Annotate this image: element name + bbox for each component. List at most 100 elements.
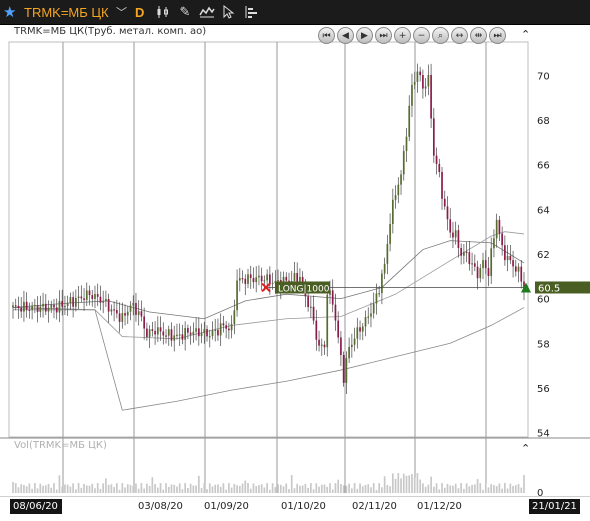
candle-body	[225, 325, 227, 329]
volume-bar	[386, 484, 389, 493]
first-button[interactable]: ⏮	[318, 27, 335, 44]
candle-body	[493, 238, 495, 249]
volume-bar	[110, 484, 113, 493]
volume-bar	[495, 486, 498, 493]
zoom-in-button[interactable]: +	[394, 27, 411, 44]
candle-body	[465, 251, 468, 254]
date-label: 02/11/20	[352, 501, 397, 512]
candle-body	[506, 255, 509, 261]
candlestick-icon[interactable]	[154, 3, 172, 21]
candle-body	[348, 346, 350, 359]
cursor-icon[interactable]	[220, 3, 238, 21]
symbol-selector[interactable]: TRMK=МБ ЦК	[24, 3, 109, 21]
volume-bar	[413, 477, 416, 493]
volume-bar	[91, 483, 94, 493]
star-icon[interactable]: ★	[3, 3, 16, 21]
y-tick-label: 60	[537, 295, 550, 306]
candle-body	[156, 327, 159, 335]
volume-bar	[121, 483, 124, 493]
volume-bar	[361, 486, 364, 493]
volume-bar	[514, 485, 517, 493]
moving-average-lines	[12, 231, 525, 411]
play-button[interactable]: ▶	[356, 27, 373, 44]
volume-bar	[277, 484, 279, 493]
candle-body	[77, 296, 80, 299]
candle-body	[449, 219, 452, 233]
volume-bar	[44, 485, 47, 493]
volume-bar	[66, 484, 69, 493]
volume-bar	[211, 486, 214, 493]
candle-body	[203, 329, 206, 334]
volume-bar	[72, 483, 74, 493]
volume-bar	[252, 483, 255, 493]
candle-body	[222, 323, 225, 326]
candle-body	[17, 305, 20, 308]
candle-body	[170, 329, 173, 341]
indicator-icon[interactable]	[198, 3, 216, 21]
volume-bar	[39, 483, 42, 493]
candle-body	[66, 303, 69, 306]
candle-body	[238, 278, 241, 281]
candle-body	[520, 266, 523, 282]
volume-bar	[520, 487, 523, 493]
candle-body	[463, 251, 465, 256]
volume-bar	[359, 483, 361, 493]
volume-bar	[452, 485, 454, 493]
candle-body	[430, 74, 432, 119]
volume-bar	[58, 475, 61, 493]
volume-bar	[96, 483, 99, 493]
volume-bar	[389, 486, 391, 493]
volume-title: Vol(TRMK=МБ ЦК)	[14, 440, 107, 451]
volume-bar	[296, 483, 299, 493]
horizontal-fit-button[interactable]: ⇹	[470, 27, 487, 44]
volume-bar	[290, 475, 293, 493]
long-order-label: LONG|1000	[278, 284, 330, 294]
volume-bar	[299, 485, 301, 493]
volume-bar	[34, 483, 36, 493]
bars-layout-icon[interactable]	[242, 3, 260, 21]
volume-bar	[318, 486, 320, 493]
period-selector[interactable]: D	[135, 3, 144, 21]
chevron-down-icon[interactable]: ﹀	[116, 3, 127, 21]
candle-body	[484, 260, 487, 269]
candle-body	[269, 274, 271, 285]
date-label: 01/12/20	[417, 501, 462, 512]
candle-body	[230, 324, 233, 331]
candle-body	[378, 293, 381, 295]
last-button[interactable]: ⏭	[489, 27, 506, 44]
chart-canvas[interactable]: 54 56 58 60 62 64 66 68 70 0 LONG|1000 60.5	[0, 24, 590, 496]
candle-body	[126, 311, 129, 316]
volume-bar	[208, 483, 211, 493]
volume-bar	[427, 484, 430, 493]
candle-body	[340, 337, 342, 356]
volume-bar	[441, 483, 443, 493]
volume-bar	[28, 483, 31, 493]
candle-body	[189, 332, 192, 335]
pencil-icon[interactable]: ✎	[176, 3, 194, 21]
zoom-fit-button[interactable]: ⌕	[432, 27, 449, 44]
candle-body	[446, 206, 449, 220]
candle-body	[405, 136, 408, 152]
candle-body	[129, 305, 132, 312]
candle-body	[318, 339, 320, 346]
candle-body	[80, 296, 83, 299]
candle-body	[326, 294, 329, 348]
horizontal-expand-button[interactable]: ↔	[451, 27, 468, 44]
volume-bar	[400, 478, 402, 493]
volume-bar	[340, 483, 342, 493]
collapse-up-icon[interactable]: ⌃	[521, 28, 530, 41]
collapse-volume-icon[interactable]: ⌃	[521, 442, 530, 455]
candle-body	[457, 230, 460, 249]
volume-bar	[457, 488, 460, 493]
volume-bar	[512, 485, 514, 493]
candle-body	[514, 266, 517, 272]
candle-body	[471, 263, 473, 265]
volume-bar	[438, 489, 441, 493]
volume-bar	[430, 476, 432, 493]
forward-button[interactable]: ⏭	[375, 27, 392, 44]
candle-body	[337, 320, 340, 338]
back-button[interactable]: ◀	[337, 27, 354, 44]
candle-body	[50, 304, 53, 308]
candle-body	[165, 335, 167, 337]
zoom-out-button[interactable]: −	[413, 27, 430, 44]
